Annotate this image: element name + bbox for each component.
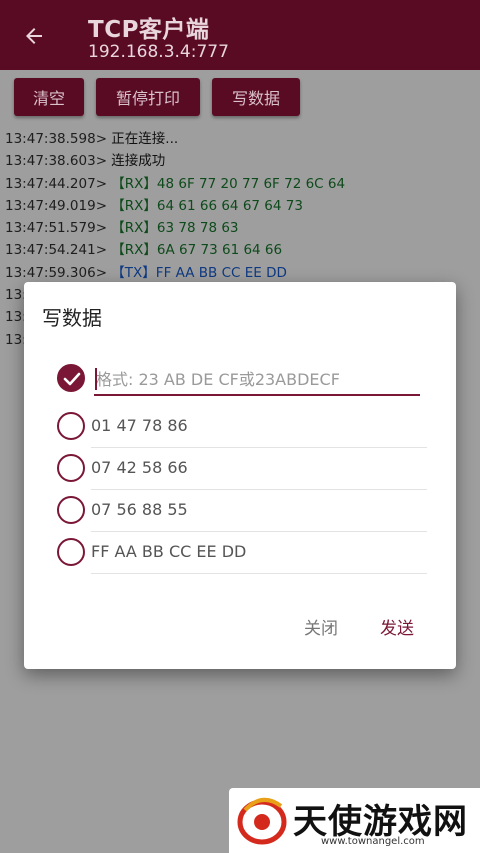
log-timestamp: 13:47:59.306> xyxy=(5,264,108,281)
log-line: 13:47:49.019> 【RX】64 61 66 64 67 64 73 xyxy=(5,195,475,217)
log-line: 13:47:51.579> 【RX】63 78 78 63 xyxy=(5,217,475,239)
pause-print-button[interactable]: 暂停打印 xyxy=(96,78,200,116)
watermark-logo-icon xyxy=(237,798,287,845)
log-timestamp: 13:47:38.598> xyxy=(5,131,108,147)
write-data-dialog: 写数据 01 47 78 86 07 42 58 66 07 56 88 55 … xyxy=(24,282,456,669)
text-cursor xyxy=(95,368,97,390)
radio-option-4[interactable] xyxy=(57,538,85,566)
write-data-button[interactable]: 写数据 xyxy=(212,78,300,116)
watermark: 天使游戏网 www.townangel.com xyxy=(229,788,480,853)
log-message: 【RX】48 6F 77 20 77 6F 72 6C 64 xyxy=(107,175,346,192)
log-message: 【RX】63 78 78 63 xyxy=(107,220,239,237)
action-toolbar: 清空 暂停打印 写数据 xyxy=(0,70,480,126)
log-line: 13:47:54.241> 【RX】6A 67 73 61 64 66 xyxy=(5,239,475,261)
option-label: 01 47 78 86 xyxy=(91,416,188,435)
log-message: 【TX】FF AA BB CC EE DD xyxy=(107,264,287,281)
log-line: 13:47:38.603> 连接成功 xyxy=(5,150,475,172)
radio-option-3[interactable] xyxy=(57,496,85,524)
log-timestamp: 13:47:44.207> xyxy=(5,175,108,192)
close-button[interactable]: 关闭 xyxy=(304,614,338,639)
back-button[interactable] xyxy=(18,20,50,52)
log-message: 连接成功 xyxy=(107,153,166,170)
log-timestamp: 13:47:49.019> xyxy=(5,197,108,214)
check-icon xyxy=(63,372,81,386)
option-label: 07 42 58 66 xyxy=(91,458,188,477)
log-line: 13:47:38.598> 正在连接... xyxy=(5,128,475,150)
server-address: 192.168.3.4:777 xyxy=(88,42,229,62)
log-timestamp: 13:47:51.579> xyxy=(5,220,108,237)
watermark-url: www.townangel.com xyxy=(321,836,425,847)
option-2[interactable]: 07 42 58 66 xyxy=(57,448,427,490)
app-bar: TCP客户端 192.168.3.4:777 xyxy=(0,0,480,70)
log-line: 13:47:44.207> 【RX】48 6F 77 20 77 6F 72 6… xyxy=(5,173,475,195)
option-label: 07 56 88 55 xyxy=(91,500,188,519)
radio-option-1[interactable] xyxy=(57,412,85,440)
log-message: 【RX】64 61 66 64 67 64 73 xyxy=(107,197,303,214)
log-message: 【RX】6A 67 73 61 64 66 xyxy=(107,242,283,259)
option-label: FF AA BB CC EE DD xyxy=(91,542,247,561)
option-4[interactable]: FF AA BB CC EE DD xyxy=(57,532,427,574)
divider xyxy=(91,573,427,574)
option-1[interactable]: 01 47 78 86 xyxy=(57,406,427,448)
clear-button[interactable]: 清空 xyxy=(14,78,84,116)
radio-custom[interactable] xyxy=(57,364,85,392)
dialog-title: 写数据 xyxy=(42,306,102,330)
log-timestamp: 13:47:38.603> xyxy=(5,153,108,170)
send-button[interactable]: 发送 xyxy=(380,614,414,639)
hex-data-input[interactable] xyxy=(94,364,420,396)
page-title: TCP客户端 xyxy=(88,17,210,43)
option-3[interactable]: 07 56 88 55 xyxy=(57,490,427,532)
log-message: 正在连接... xyxy=(107,131,179,147)
log-line: 13:47:59.306> 【TX】FF AA BB CC EE DD xyxy=(5,262,475,284)
log-timestamp: 13:47:54.241> xyxy=(5,242,108,259)
arrow-left-icon xyxy=(26,28,42,44)
radio-option-2[interactable] xyxy=(57,454,85,482)
